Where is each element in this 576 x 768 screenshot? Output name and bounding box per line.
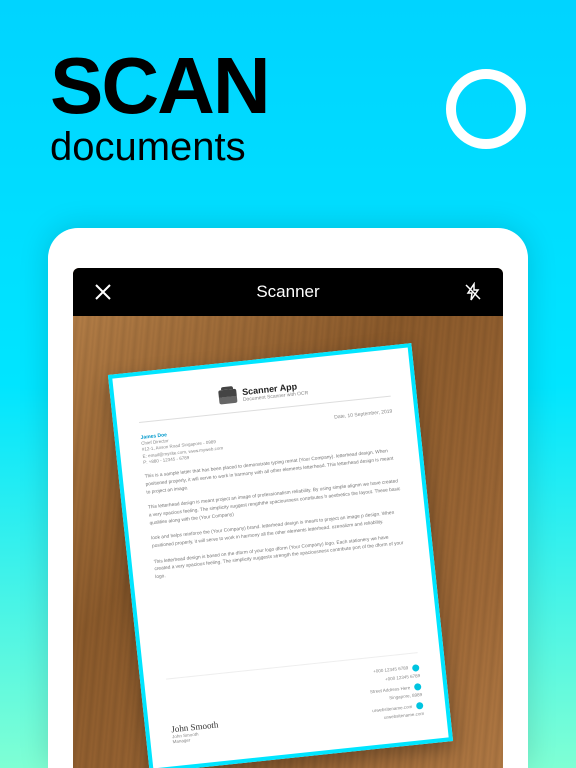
scanned-document-frame[interactable]: Scanner App Document Scanner with OCR Ja…: [108, 343, 453, 768]
doc-footer: John Smooth John Smooth Manager +000 123…: [166, 653, 424, 745]
circle-icon: [446, 69, 526, 149]
app-bar: Scanner: [73, 268, 503, 316]
doc-body: This is a sample letter that has been pl…: [144, 448, 407, 582]
doc-date: Date, 10 September, 2019: [334, 409, 395, 446]
doc-contact: +000 12345 6789 +000 12345 6789 Street A…: [368, 664, 425, 724]
scanner-logo-icon: [218, 389, 237, 405]
scanned-document: Scanner App Document Scanner with OCR Ja…: [112, 348, 448, 768]
tablet-frame: Scanner Scanner App Document Scanner wit…: [48, 228, 528, 768]
app-bar-title: Scanner: [256, 282, 319, 302]
hero-section: SCAN documents: [0, 0, 576, 177]
hero-subtitle: documents: [50, 127, 269, 167]
flash-off-icon[interactable]: [461, 280, 485, 304]
hero-title: SCAN: [50, 50, 269, 122]
app-screen: Scanner Scanner App Document Scanner wit…: [73, 268, 503, 768]
hero-text: SCAN documents: [50, 50, 269, 167]
close-icon[interactable]: [91, 280, 115, 304]
